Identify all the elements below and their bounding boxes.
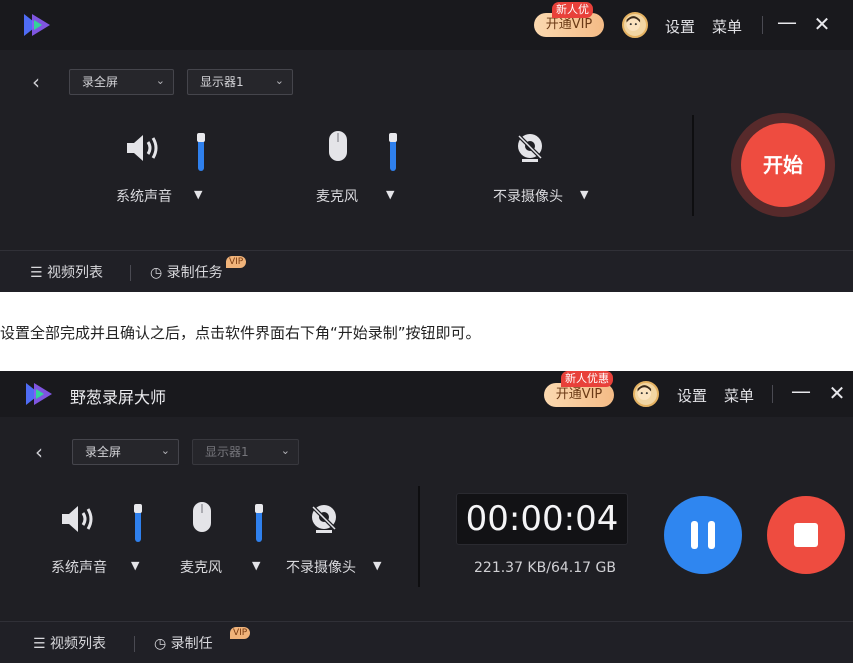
slider-knob[interactable]: [134, 503, 142, 513]
camera-off-icon[interactable]: [308, 503, 340, 535]
microphone-icon[interactable]: [327, 130, 349, 166]
title-bar: 开通VIP 新人优 设置 菜单 — ✕: [0, 0, 853, 50]
system-audio-label: 系统声音: [51, 560, 107, 576]
back-arrow-icon[interactable]: ‹: [35, 440, 43, 464]
microphone-icon[interactable]: [191, 501, 213, 537]
settings-link[interactable]: 设置: [665, 16, 695, 37]
camera-label: 不录摄像头: [493, 189, 563, 205]
bottom-divider: [134, 636, 135, 652]
title-divider: [772, 385, 773, 403]
app-logo-icon: [24, 14, 50, 36]
list-icon: ☰: [33, 636, 46, 652]
instruction-caption: 设置全部完成并且确认之后，点击软件界面右下角“开始录制”按钮即可。: [0, 324, 481, 342]
new-user-promo-tag: 新人优: [552, 2, 593, 18]
avatar-face-icon: [626, 16, 641, 31]
chevron-down-icon: ⌄: [280, 444, 290, 457]
record-mode-value: 录全屏: [85, 445, 122, 459]
record-task-button[interactable]: ◷ 录制任务: [150, 262, 223, 282]
microphone-dropdown-icon[interactable]: ▼: [386, 188, 394, 201]
record-task-label: 录制任: [170, 636, 213, 652]
storage-usage: 221.37 KB/64.17 GB: [474, 560, 616, 576]
record-mode-value: 录全屏: [82, 75, 119, 89]
system-audio-dropdown-icon[interactable]: ▼: [131, 559, 139, 572]
title-divider: [762, 16, 763, 34]
video-list-button[interactable]: ☰ 视频列表: [30, 262, 103, 282]
back-arrow-icon[interactable]: ‹: [32, 70, 40, 94]
vip-badge: VIP: [230, 627, 251, 639]
vip-badge: VIP: [226, 256, 247, 268]
panel-divider: [418, 486, 420, 587]
title-bar: 野葱录屏大师 开通VIP 新人优惠 设置 菜单 — ✕: [0, 371, 853, 417]
avatar[interactable]: [622, 12, 648, 38]
video-list-label: 视频列表: [47, 265, 104, 281]
minimize-button[interactable]: —: [790, 379, 812, 403]
settings-link[interactable]: 设置: [677, 385, 707, 406]
clock-icon: ◷: [154, 636, 167, 652]
bottom-bar: ☰ 视频列表 ◷ 录制任 VIP: [0, 621, 853, 663]
clock-icon: ◷: [150, 265, 163, 281]
pause-button[interactable]: [664, 496, 742, 574]
video-list-button[interactable]: ☰ 视频列表: [33, 633, 106, 653]
camera-label: 不录摄像头: [286, 560, 356, 576]
camera-dropdown-icon[interactable]: ▼: [580, 188, 588, 201]
microphone-label: 麦克风: [180, 560, 222, 576]
speaker-icon[interactable]: [126, 132, 164, 164]
close-button[interactable]: ✕: [826, 381, 848, 405]
chevron-down-icon: ⌄: [160, 444, 170, 457]
pause-icon: [691, 521, 715, 549]
camera-off-icon[interactable]: [514, 132, 546, 164]
menu-link[interactable]: 菜单: [724, 385, 754, 406]
chevron-down-icon: ⌄: [274, 74, 284, 87]
record-task-button[interactable]: ◷ 录制任: [154, 633, 213, 653]
stop-button[interactable]: [767, 496, 845, 574]
system-audio-volume-slider[interactable]: [197, 132, 205, 171]
chevron-down-icon: ⌄: [155, 74, 165, 87]
record-mode-select[interactable]: 录全屏 ⌄: [69, 69, 174, 95]
slider-knob[interactable]: [389, 132, 397, 142]
record-mode-select[interactable]: 录全屏 ⌄: [72, 439, 179, 465]
avatar[interactable]: [633, 381, 659, 407]
system-audio-volume-slider[interactable]: [134, 503, 142, 542]
display-value: 显示器1: [200, 75, 244, 89]
microphone-label: 麦克风: [316, 189, 358, 205]
start-record-button[interactable]: 开始: [741, 123, 825, 207]
minimize-button[interactable]: —: [776, 10, 798, 34]
panel-divider: [692, 115, 694, 216]
display-select: 显示器1 ⌄: [192, 439, 299, 465]
recording-timer: 00:00:04: [456, 493, 628, 545]
system-audio-label: 系统声音: [116, 189, 172, 205]
recorder-window-recording: 野葱录屏大师 开通VIP 新人优惠 设置 菜单 — ✕ ‹ 录全屏 ⌄ 显示器1 ⌄…: [0, 371, 853, 663]
menu-link[interactable]: 菜单: [712, 16, 742, 37]
microphone-dropdown-icon[interactable]: ▼: [252, 559, 260, 572]
speaker-icon[interactable]: [61, 503, 99, 535]
bottom-divider: [130, 265, 131, 281]
stop-icon: [794, 523, 818, 547]
app-logo-icon: [26, 383, 52, 405]
record-task-label: 录制任务: [166, 265, 223, 281]
microphone-volume-slider[interactable]: [255, 503, 263, 542]
display-value: 显示器1: [205, 445, 249, 459]
bottom-bar: ☰ 视频列表 ◷ 录制任务 VIP: [0, 250, 853, 292]
avatar-face-icon: [637, 385, 652, 400]
display-select[interactable]: 显示器1 ⌄: [187, 69, 293, 95]
app-title: 野葱录屏大师: [70, 388, 167, 407]
system-audio-dropdown-icon[interactable]: ▼: [194, 188, 202, 201]
microphone-volume-slider[interactable]: [389, 132, 397, 171]
list-icon: ☰: [30, 265, 43, 281]
slider-knob[interactable]: [197, 132, 205, 142]
new-user-promo-tag: 新人优惠: [561, 371, 613, 387]
close-button[interactable]: ✕: [811, 12, 833, 36]
slider-knob[interactable]: [255, 503, 263, 513]
camera-dropdown-icon[interactable]: ▼: [373, 559, 381, 572]
video-list-label: 视频列表: [50, 636, 107, 652]
recorder-window-idle: 开通VIP 新人优 设置 菜单 — ✕ ‹ 录全屏 ⌄ 显示器1 ⌄ 系统声音 ▼ …: [0, 0, 853, 292]
